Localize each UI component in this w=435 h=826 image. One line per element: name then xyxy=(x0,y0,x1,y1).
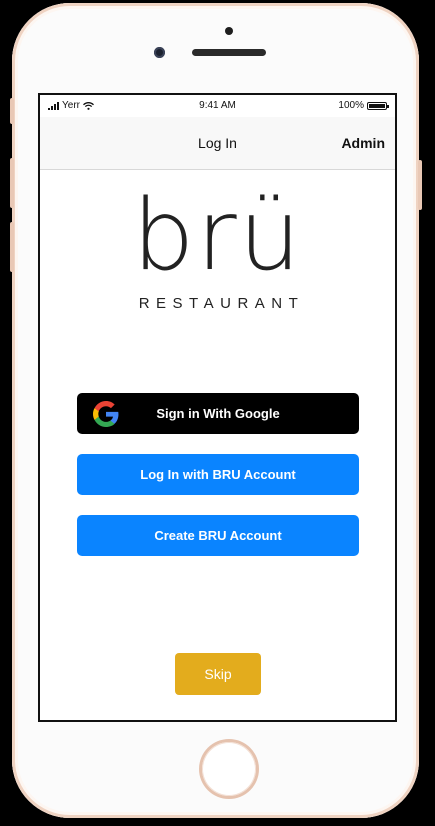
status-bar: Yerr 9:41 AM 100% xyxy=(40,95,395,117)
sign-in-google-label: Sign in With Google xyxy=(156,406,280,421)
skip-label: Skip xyxy=(204,666,232,682)
google-g-icon xyxy=(93,401,119,427)
sign-in-google-button[interactable]: Sign in With Google xyxy=(77,393,359,434)
login-bru-account-button[interactable]: Log In with BRU Account xyxy=(77,454,359,495)
brand-logo-word: brü xyxy=(132,179,303,293)
app-screen: Yerr 9:41 AM 100% Log In Admin brü RESTA… xyxy=(38,93,397,722)
front-camera xyxy=(154,47,165,58)
volume-up-button xyxy=(10,158,14,208)
battery-icon xyxy=(367,101,389,110)
brand-logo-subtitle: RESTAURANT xyxy=(138,295,305,312)
proximity-sensor xyxy=(225,27,233,35)
admin-button[interactable]: Admin xyxy=(341,135,385,151)
power-button xyxy=(418,160,422,210)
create-bru-account-button[interactable]: Create BRU Account xyxy=(77,515,359,556)
navigation-bar: Log In Admin xyxy=(40,117,395,170)
battery-fill xyxy=(369,103,385,108)
login-bru-account-label: Log In with BRU Account xyxy=(140,467,296,482)
status-right: 100% xyxy=(338,100,389,111)
earpiece-speaker xyxy=(192,49,266,56)
mute-switch xyxy=(10,98,14,124)
create-bru-account-label: Create BRU Account xyxy=(154,528,282,543)
volume-down-button xyxy=(10,222,14,272)
skip-button[interactable]: Skip xyxy=(175,653,261,695)
home-button[interactable] xyxy=(202,742,256,796)
battery-percent: 100% xyxy=(338,100,364,111)
